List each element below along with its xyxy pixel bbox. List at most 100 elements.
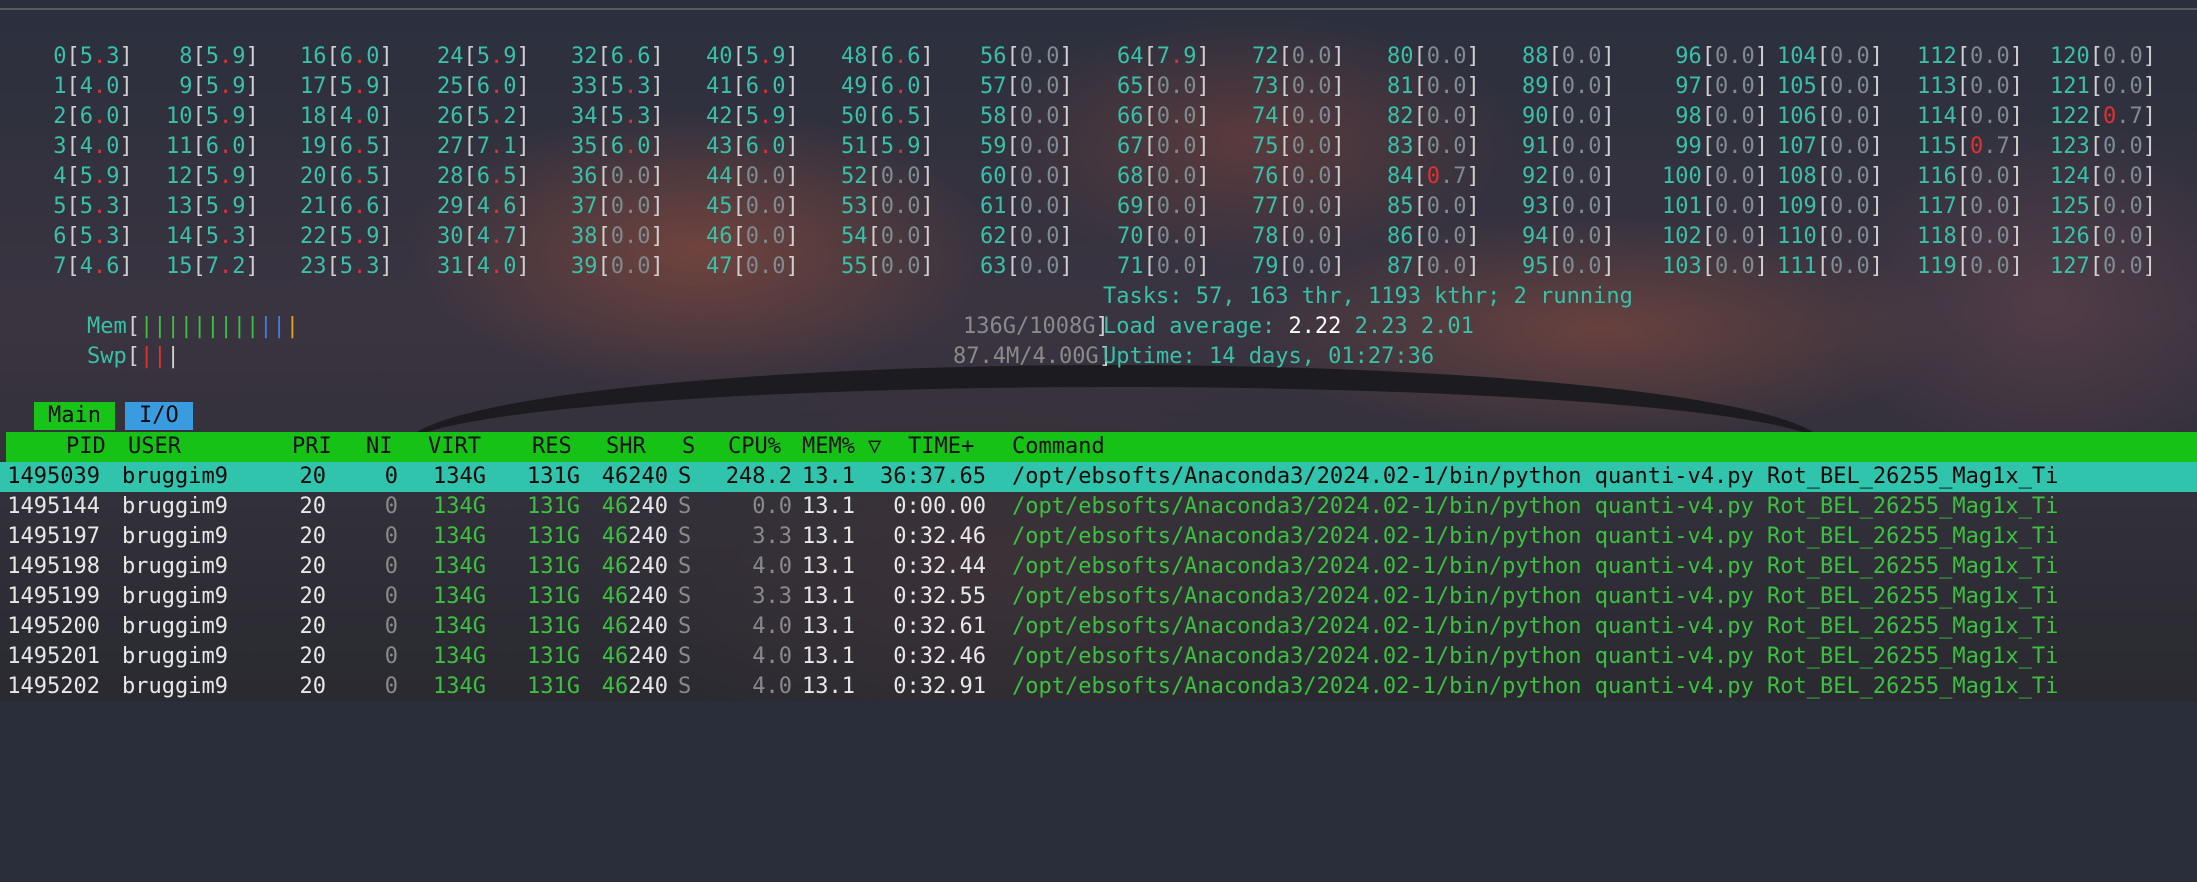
cpu-value: 0.0 [1291, 74, 1332, 99]
cpu-value: 6.0 [880, 74, 921, 99]
cpu-id: 111 [1777, 254, 1817, 279]
col-ni[interactable]: NI [366, 432, 393, 462]
cpu-value: 0.0 [1156, 74, 1197, 99]
cpu-meter-14: 14[5.3] [166, 224, 259, 249]
cpu-id: 62 [980, 224, 1007, 249]
cpu-value: 5.9 [79, 164, 120, 189]
cpu-id: 98 [1662, 104, 1702, 129]
col-virt[interactable]: VIRT [428, 432, 481, 462]
cpu-value: 0.0 [2103, 254, 2143, 279]
cpu-id: 59 [980, 134, 1007, 159]
process-row[interactable]: 1495200 bruggim9 20 0 134G 131G 46240 S 4.0 13.1 0… [0, 612, 2197, 642]
cpu-id: 24 [437, 44, 464, 69]
cpu-value: 5.9 [880, 134, 921, 159]
process-time: 0:32.44 [893, 554, 986, 579]
cpu-value: 0.0 [1156, 104, 1197, 129]
process-row[interactable]: 1495201 bruggim9 20 0 134G 131G 46240 S 4.0 13.1 0… [0, 642, 2197, 672]
process-row[interactable]: 1495202 bruggim9 20 0 134G 131G 46240 S 4.0 13.1 0… [0, 672, 2197, 702]
tab-io[interactable]: I/O [124, 402, 193, 430]
process-pid: 1495198 [7, 554, 100, 579]
cpu-id: 103 [1662, 254, 1702, 279]
process-row[interactable]: 1495197 bruggim9 20 0 134G 131G 46240 S 3.3 13.1 0… [0, 522, 2197, 552]
process-pri: 20 [299, 644, 327, 669]
process-s: S [678, 614, 692, 639]
swp-label: Swp [86, 344, 127, 369]
cpu-value: 0.0 [745, 254, 786, 279]
col-s[interactable]: S [682, 432, 695, 462]
cpu-value: 0.0 [1019, 164, 1060, 189]
process-res: 131G [527, 464, 580, 489]
cpu-meter-62: 62[0.0] [980, 224, 1073, 249]
process-time: 0:32.91 [893, 674, 986, 699]
cpu-value: 0.0 [1291, 194, 1332, 219]
cpu-value: 0.0 [1019, 104, 1060, 129]
process-row[interactable]: 1495198 bruggim9 20 0 134G 131G 46240 S 4.0 13.1 0… [0, 552, 2197, 582]
cpu-value: 0.0 [1970, 44, 2010, 69]
col-time[interactable]: TIME+ [908, 432, 974, 462]
cpu-meter-75: 75[0.0] [1252, 134, 1345, 159]
cpu-value: 0.0 [1019, 74, 1060, 99]
cpu-id: 87 [1387, 254, 1414, 279]
cpu-value: 0.0 [1970, 164, 2010, 189]
process-res: 131G [527, 644, 580, 669]
tab-main[interactable]: Main [34, 402, 115, 430]
cpu-id: 43 [706, 134, 733, 159]
cpu-id: 0 [40, 44, 67, 69]
cpu-meter-19: 19[6.5] [300, 134, 393, 159]
cpu-value: 0.0 [1291, 164, 1332, 189]
process-virt: 134G [433, 644, 486, 669]
load-15: 2.01 [1420, 314, 1474, 339]
cpu-value: 0.0 [1715, 224, 1755, 249]
process-row-selected[interactable]: 1495039 bruggim9 20 0 134G 131G 46240 S 248.2 13.… [0, 462, 2197, 492]
process-ni: 0 [384, 554, 398, 579]
process-virt: 134G [433, 614, 486, 639]
cpu-column: 56[0.0] 57[0.0] 58[0.0] 59[0.0] 60[0.0] 61[0.… [980, 42, 1073, 282]
cpu-meter-29: 29[4.6] [437, 194, 530, 219]
process-s: S [678, 494, 692, 519]
cpu-id: 81 [1387, 74, 1414, 99]
cpu-meter-16: 16[6.0] [300, 44, 393, 69]
col-pri[interactable]: PRI [292, 432, 332, 462]
cpu-id: 30 [437, 224, 464, 249]
cpu-meter-28: 28[6.5] [437, 164, 530, 189]
col-shr[interactable]: SHR [606, 432, 646, 462]
col-user[interactable]: USER [128, 432, 181, 462]
cpu-value: 6.0 [476, 74, 517, 99]
cpu-id: 1 [40, 74, 67, 99]
mem-meter: Mem[|||||||||||| [86, 314, 299, 339]
cpu-meter-52: 52[0.0] [841, 164, 934, 189]
col-mem[interactable]: MEM% [802, 432, 855, 462]
cpu-id: 76 [1252, 164, 1279, 189]
cpu-meter-108: 108[0.0] [1777, 164, 1883, 189]
cpu-value: 4.0 [79, 134, 120, 159]
cpu-id: 11 [166, 134, 193, 159]
cpu-meter-83: 83[0.0] [1387, 134, 1480, 159]
cpu-meter-113: 113[0.0] [1917, 74, 2023, 99]
process-cmd: /opt/ebsofts/Anaconda3/2024.02-1/bin/pyt… [1012, 464, 2059, 489]
process-row[interactable]: 1495144 bruggim9 20 0 134G 131G 46240 S 0.0 13.1 0… [0, 492, 2197, 522]
cpu-value: 0.0 [1561, 224, 1602, 249]
cpu-column: 112[0.0] 113[0.0] 114[0.0] 115[0.7] 116[0.0]… [1917, 42, 2023, 282]
cpu-id: 37 [571, 194, 598, 219]
process-pri: 20 [299, 554, 327, 579]
cpu-id: 109 [1777, 194, 1817, 219]
col-pid[interactable]: PID [66, 432, 106, 462]
cpu-meter-54: 54[0.0] [841, 224, 934, 249]
process-pid: 1495201 [7, 644, 100, 669]
cpu-meter-22: 22[5.9] [300, 224, 393, 249]
cpu-meter-98: 98[0.0] [1662, 104, 1768, 129]
cpu-meter-35: 35[6.0] [571, 134, 664, 159]
cpu-value: 7.1 [476, 134, 517, 159]
cpu-meter-92: 92[0.0] [1522, 164, 1615, 189]
cpu-id: 45 [706, 194, 733, 219]
process-mem: 13.1 [802, 614, 855, 639]
cpu-meter-1: 1[4.0] [40, 74, 133, 99]
col-command[interactable]: Command [1012, 432, 1105, 462]
col-cpu[interactable]: CPU% [728, 432, 781, 462]
cpu-value: 6.5 [476, 164, 517, 189]
process-row[interactable]: 1495199 bruggim9 20 0 134G 131G 46240 S 3.3 13.1 0… [0, 582, 2197, 612]
process-time: 0:32.46 [893, 524, 986, 549]
cpu-meter-39: 39[0.0] [571, 254, 664, 279]
col-res[interactable]: RES [532, 432, 572, 462]
cpu-value: 0.0 [1830, 164, 1870, 189]
